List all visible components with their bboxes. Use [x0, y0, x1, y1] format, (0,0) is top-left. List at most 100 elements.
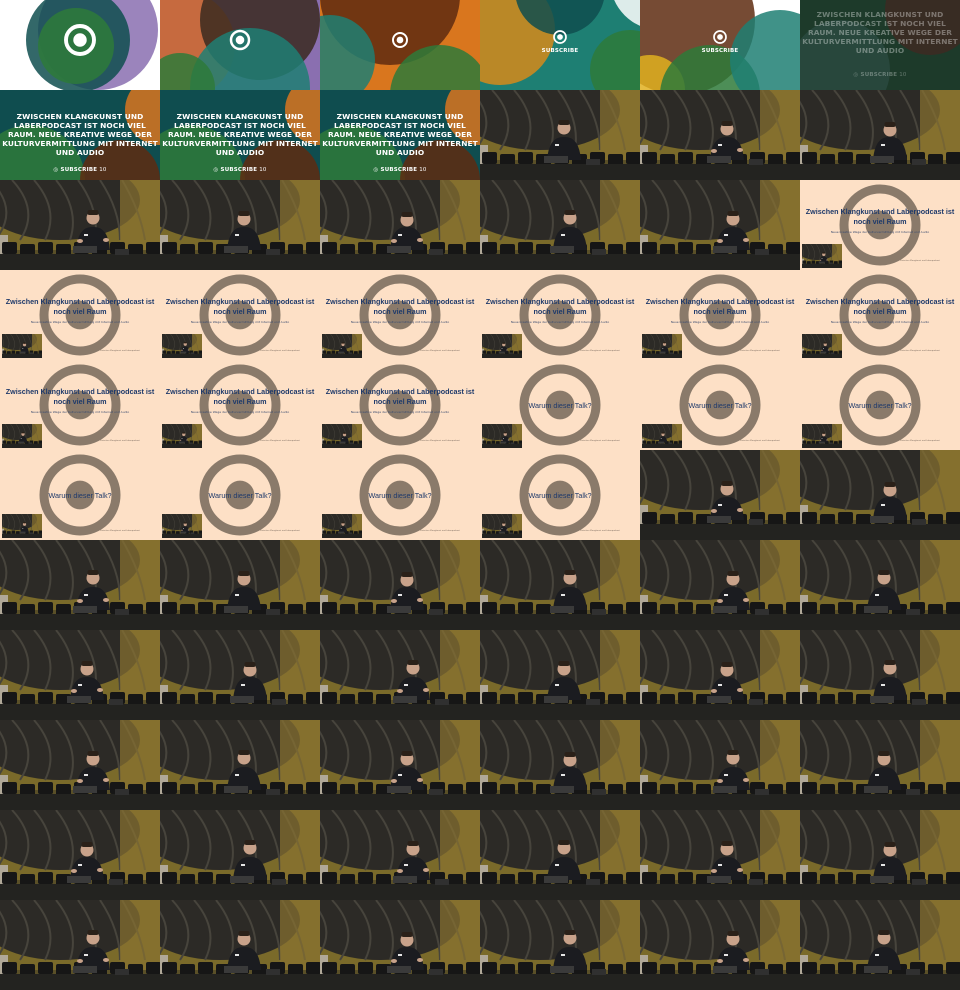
video-thumbnail[interactable]: Warum dieser Talk? Zwischen Klangkunst un…: [480, 450, 640, 540]
video-thumbnail[interactable]: Zwischen Klangkunst und Laberpodcast ist…: [800, 180, 960, 270]
video-thumbnail[interactable]: [320, 720, 480, 810]
video-thumbnail[interactable]: [640, 90, 800, 180]
video-thumbnail[interactable]: [480, 90, 640, 180]
video-thumbnail[interactable]: [0, 900, 160, 990]
video-thumbnail[interactable]: [0, 0, 160, 90]
video-thumbnail[interactable]: [320, 630, 480, 720]
video-thumbnail[interactable]: [480, 810, 640, 900]
subscribe-icon: ◎: [373, 167, 381, 173]
video-thumbnail[interactable]: [0, 540, 160, 630]
video-thumbnail[interactable]: [160, 810, 320, 900]
video-thumbnail[interactable]: Warum dieser Talk? Zwischen Klangkunst un…: [640, 360, 800, 450]
speaker-camera-frame: [480, 630, 640, 720]
subscribe-label: SUBSCRIBE: [220, 167, 258, 173]
slide-footer: Zwischen Klangkunst und Laberpodcast: [420, 530, 460, 532]
video-thumbnail[interactable]: [480, 630, 640, 720]
picture-in-picture-camera: [322, 334, 362, 358]
video-thumbnail[interactable]: Warum dieser Talk? Zwischen Klangkunst un…: [320, 450, 480, 540]
video-thumbnail[interactable]: Warum dieser Talk? Zwischen Klangkunst un…: [480, 360, 640, 450]
video-thumbnail[interactable]: Zwischen Klangkunst und Laberpodcast ist…: [160, 360, 320, 450]
video-thumbnail[interactable]: Zwischen Klangkunst und Laberpodcast ist…: [0, 360, 160, 450]
speaker-camera-frame: [480, 180, 640, 270]
video-thumbnail[interactable]: [640, 180, 800, 270]
video-thumbnail[interactable]: Zwischen Klangkunst und Laberpodcast ist…: [320, 270, 480, 360]
speaker-camera-frame: [0, 540, 160, 630]
video-thumbnail[interactable]: [800, 810, 960, 900]
picture-in-picture-camera: [162, 424, 202, 448]
video-thumbnail[interactable]: Warum dieser Talk? Zwischen Klangkunst un…: [0, 450, 160, 540]
speaker-camera-frame: [800, 630, 960, 720]
video-thumbnail[interactable]: SUBSCRIBE: [480, 0, 640, 90]
picture-in-picture-camera: [2, 334, 42, 358]
slide-subtitle: Neue kreative Wege der Kulturvermittlung…: [670, 320, 770, 324]
video-thumbnail[interactable]: [480, 720, 640, 810]
video-thumbnail[interactable]: [800, 900, 960, 990]
video-thumbnail[interactable]: [640, 810, 800, 900]
video-thumbnail[interactable]: Warum dieser Talk? Zwischen Klangkunst un…: [160, 450, 320, 540]
slide-title: Zwischen Klangkunst und Laberpodcast ist…: [5, 297, 155, 316]
picture-in-picture-camera: [482, 334, 522, 358]
video-thumbnail[interactable]: ZWISCHEN KLANGKUNST UND LABERPODCAST IST…: [160, 90, 320, 180]
slide-subtitle: Neue kreative Wege der Kulturvermittlung…: [510, 320, 610, 324]
video-thumbnail[interactable]: SUBSCRIBE: [640, 0, 800, 90]
video-thumbnail[interactable]: [640, 450, 800, 540]
picture-in-picture-camera: [2, 514, 42, 538]
subscribe-label: SUBSCRIBE: [60, 167, 98, 173]
video-thumbnail[interactable]: [640, 630, 800, 720]
video-thumbnail[interactable]: [480, 180, 640, 270]
speaker-camera-frame: [320, 180, 480, 270]
speaker-camera-frame: [800, 90, 960, 180]
slide-subtitle: Neue kreative Wege der Kulturvermittlung…: [350, 410, 450, 414]
video-thumbnail[interactable]: [160, 630, 320, 720]
video-thumbnail[interactable]: Zwischen Klangkunst und Laberpodcast ist…: [480, 270, 640, 360]
video-thumbnail[interactable]: ZWISCHEN KLANGKUNST UND LABERPODCAST IST…: [0, 90, 160, 180]
slide-title: Zwischen Klangkunst und Laberpodcast ist…: [165, 297, 315, 316]
video-thumbnail[interactable]: [0, 810, 160, 900]
video-thumbnail[interactable]: [320, 0, 480, 90]
video-thumbnail[interactable]: [0, 630, 160, 720]
video-thumbnail[interactable]: [160, 180, 320, 270]
video-thumbnail[interactable]: [320, 810, 480, 900]
picture-in-picture-camera: [802, 244, 842, 268]
video-thumbnail[interactable]: [0, 180, 160, 270]
video-thumbnail[interactable]: Zwischen Klangkunst und Laberpodcast ist…: [160, 270, 320, 360]
video-thumbnail[interactable]: [800, 450, 960, 540]
video-thumbnail[interactable]: [320, 900, 480, 990]
video-thumbnail[interactable]: [480, 540, 640, 630]
slide-question: Warum dieser Talk?: [48, 491, 112, 500]
subscribe-label: SUBSCRIBE: [380, 167, 418, 173]
video-thumbnail[interactable]: [800, 630, 960, 720]
video-thumbnail[interactable]: [160, 900, 320, 990]
speaker-camera-frame: [480, 540, 640, 630]
video-thumbnail[interactable]: Zwischen Klangkunst und Laberpodcast ist…: [640, 270, 800, 360]
video-thumbnail[interactable]: Zwischen Klangkunst und Laberpodcast ist…: [800, 270, 960, 360]
video-thumbnail[interactable]: ZWISCHEN KLANGKUNST UND LABERPODCAST IST…: [320, 90, 480, 180]
video-thumbnail[interactable]: [320, 180, 480, 270]
video-thumbnail[interactable]: Zwischen Klangkunst und Laberpodcast ist…: [320, 360, 480, 450]
video-thumbnail[interactable]: [160, 0, 320, 90]
intro-background: [320, 0, 480, 90]
video-thumbnail[interactable]: [800, 540, 960, 630]
video-thumbnail[interactable]: [480, 900, 640, 990]
speaker-camera-frame: [640, 180, 800, 270]
speaker-camera-frame: [800, 810, 960, 900]
speaker-camera-frame: [800, 450, 960, 540]
video-thumbnail[interactable]: [640, 900, 800, 990]
video-thumbnail[interactable]: [640, 720, 800, 810]
video-thumbnail[interactable]: [0, 720, 160, 810]
slide-subtitle: Neue kreative Wege der Kulturvermittlung…: [30, 320, 130, 324]
video-thumbnail[interactable]: [800, 90, 960, 180]
video-thumbnail[interactable]: [160, 720, 320, 810]
video-thumbnail[interactable]: ZWISCHEN KLANGKUNST UND LABERPODCAST IST…: [800, 0, 960, 90]
video-thumbnail[interactable]: [800, 720, 960, 810]
video-thumbnail[interactable]: [160, 540, 320, 630]
slide-subtitle: Neue kreative Wege der Kulturvermittlung…: [830, 320, 930, 324]
picture-in-picture-camera: [802, 334, 842, 358]
video-thumbnail[interactable]: [640, 540, 800, 630]
video-thumbnail[interactable]: Zwischen Klangkunst und Laberpodcast ist…: [0, 270, 160, 360]
slide-footer: Zwischen Klangkunst und Laberpodcast: [260, 530, 300, 532]
speaker-camera-frame: [320, 630, 480, 720]
picture-in-picture-camera: [322, 514, 362, 538]
video-thumbnail[interactable]: [320, 540, 480, 630]
video-thumbnail[interactable]: Warum dieser Talk? Zwischen Klangkunst un…: [800, 360, 960, 450]
